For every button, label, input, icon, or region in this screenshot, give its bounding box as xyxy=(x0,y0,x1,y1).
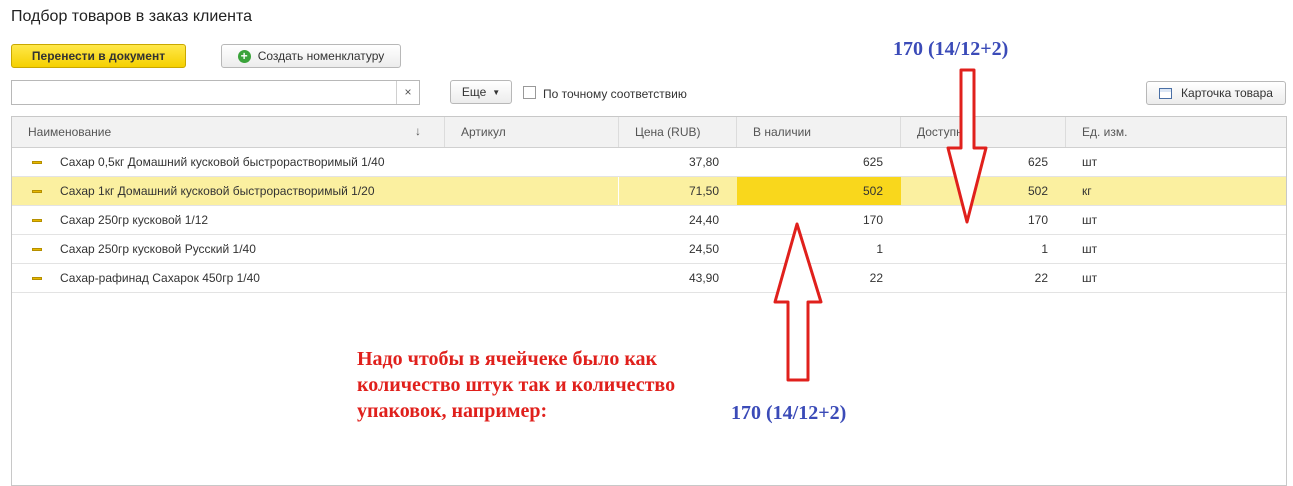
create-nomenclature-button[interactable]: + Создать номенклатуру xyxy=(221,44,401,68)
product-icon xyxy=(32,161,42,164)
cell-name: Сахар-рафинад Сахарок 450гр 1/40 xyxy=(60,271,260,285)
cell-name: Сахар 1кг Домашний кусковой быстрораство… xyxy=(60,184,375,198)
cell-unit: шт xyxy=(1082,271,1098,285)
table-header: Наименование ↓ Артикул Цена (RUB) В нали… xyxy=(12,117,1286,148)
cell-article xyxy=(445,264,619,292)
clear-icon[interactable]: × xyxy=(396,81,419,104)
table-row[interactable]: Сахар 250гр кусковой Русский 1/40 24,50 … xyxy=(12,235,1286,264)
transfer-to-document-button[interactable]: Перенести в документ xyxy=(11,44,186,68)
column-header-name[interactable]: Наименование xyxy=(12,117,445,147)
note-line: количество штук так и количество xyxy=(357,374,676,396)
chevron-down-icon: ▼ xyxy=(492,87,501,97)
column-header-article[interactable]: Артикул xyxy=(445,117,619,147)
note-line: Надо чтобы в ячейчеке было как xyxy=(357,348,658,370)
cell-unit: шт xyxy=(1082,242,1098,256)
product-icon xyxy=(32,248,42,251)
column-header-unit[interactable]: Ед. изм. xyxy=(1066,117,1288,147)
request-note: Надо чтобы в ячейчеке было как количеств… xyxy=(357,346,757,424)
column-header-name-label: Наименование xyxy=(28,125,112,139)
more-label: Еще xyxy=(461,85,487,99)
column-header-in-stock[interactable]: В наличии xyxy=(737,117,901,147)
cell-name: Сахар 250гр кусковой 1/12 xyxy=(60,213,209,227)
cell-in-stock-active[interactable]: 502 xyxy=(737,177,901,205)
cell-price: 43,90 xyxy=(688,271,719,285)
cell-in-stock: 625 xyxy=(862,155,883,169)
product-icon xyxy=(32,190,42,193)
cell-name: Сахар 0,5кг Домашний кусковой быстрораст… xyxy=(60,155,385,169)
product-card-button[interactable]: Карточка товара xyxy=(1146,81,1286,105)
card-icon xyxy=(1159,87,1173,99)
product-icon xyxy=(32,219,42,222)
create-nomenclature-label: Создать номенклатуру xyxy=(257,49,385,63)
cell-available: 625 xyxy=(1027,155,1048,169)
product-icon xyxy=(32,277,42,280)
search-field[interactable]: × xyxy=(11,80,420,105)
cell-article xyxy=(445,177,619,205)
cell-unit: шт xyxy=(1082,213,1098,227)
cell-name: Сахар 250гр кусковой Русский 1/40 xyxy=(60,242,256,256)
table-row[interactable]: Сахар 250гр кусковой 1/12 24,40 170 170 … xyxy=(12,206,1286,235)
cell-available: 1 xyxy=(1041,242,1048,256)
more-button[interactable]: Еще ▼ xyxy=(450,80,512,104)
cell-article xyxy=(445,148,619,176)
window-title: Подбор товаров в заказ клиента xyxy=(11,8,253,25)
cell-in-stock: 170 xyxy=(862,213,883,227)
sort-arrow-icon[interactable]: ↓ xyxy=(415,117,421,145)
cell-unit: шт xyxy=(1082,155,1098,169)
cell-in-stock: 1 xyxy=(876,242,883,256)
table-row-selected[interactable]: Сахар 1кг Домашний кусковой быстрораство… xyxy=(12,177,1286,206)
search-input[interactable] xyxy=(12,81,397,104)
cell-available: 22 xyxy=(1034,271,1048,285)
table-row[interactable]: Сахар-рафинад Сахарок 450гр 1/40 43,90 2… xyxy=(12,264,1286,293)
product-card-label: Карточка товара xyxy=(1181,86,1273,100)
cell-article xyxy=(445,235,619,263)
cell-article xyxy=(445,206,619,234)
cell-unit: кг xyxy=(1082,184,1092,198)
cell-available: 170 xyxy=(1027,213,1048,227)
example-annotation-top: 170 (14/12+2) xyxy=(893,38,1009,60)
cell-price: 24,40 xyxy=(688,213,719,227)
exact-match-label[interactable]: По точному соответствию xyxy=(543,87,687,101)
products-table[interactable]: Наименование ↓ Артикул Цена (RUB) В нали… xyxy=(11,116,1287,486)
plus-circle-icon: + xyxy=(237,49,251,63)
table-row[interactable]: Сахар 0,5кг Домашний кусковой быстрораст… xyxy=(12,148,1286,177)
cell-available: 502 xyxy=(1027,184,1048,198)
cell-price: 24,50 xyxy=(688,242,719,256)
cell-in-stock: 22 xyxy=(869,271,883,285)
example-annotation-bottom: 170 (14/12+2) xyxy=(731,402,847,424)
cell-price: 71,50 xyxy=(688,184,719,198)
column-header-available[interactable]: Доступно xyxy=(901,117,1066,147)
note-line: упаковок, например: xyxy=(357,400,548,422)
exact-match-checkbox[interactable] xyxy=(523,86,536,99)
cell-price: 37,80 xyxy=(688,155,719,169)
column-header-price[interactable]: Цена (RUB) xyxy=(619,117,737,147)
